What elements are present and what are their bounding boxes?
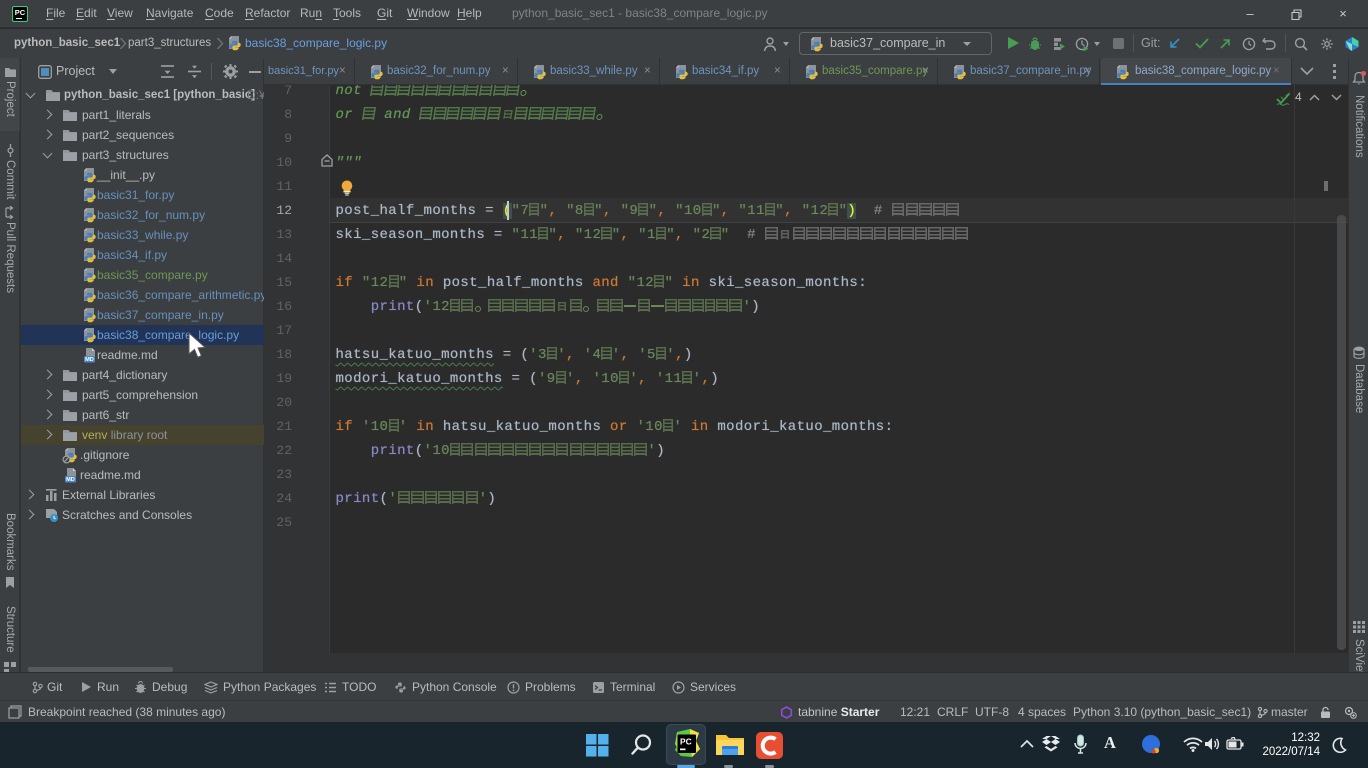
svg-text:PC: PC <box>680 737 692 747</box>
